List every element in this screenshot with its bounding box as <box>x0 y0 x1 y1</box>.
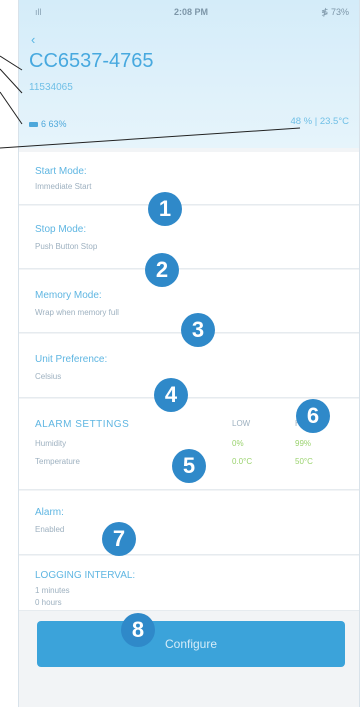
callout-badge: 3 <box>181 313 215 347</box>
unit-preference-label: Unit Preference: <box>35 354 108 365</box>
logging-interval-minutes: 1 minutes <box>35 586 70 595</box>
callout-badge: 6 <box>296 399 330 433</box>
callout-badge: 4 <box>154 378 188 412</box>
callout-badge: 8 <box>121 613 155 647</box>
stop-mode-value: Push Button Stop <box>35 242 98 251</box>
alarm-label: Alarm: <box>35 507 64 518</box>
callout-badge: 1 <box>148 192 182 226</box>
alarm-row-name: Temperature <box>35 457 80 466</box>
memory-mode-value: Wrap when memory full <box>35 308 119 317</box>
alarm-row[interactable]: Alarm: Enabled <box>19 491 359 555</box>
logging-interval-row[interactable]: LOGGING INTERVAL: 1 minutes 0 hours <box>19 556 359 611</box>
callout-line <box>0 55 23 71</box>
stop-mode-row[interactable]: Stop Mode: Push Button Stop <box>19 206 359 269</box>
callout-line <box>0 127 301 149</box>
logging-interval-hours: 0 hours <box>35 598 62 607</box>
callout-badge: 5 <box>172 449 206 483</box>
start-mode-value: Immediate Start <box>35 182 92 191</box>
memory-mode-label: Memory Mode: <box>35 290 102 301</box>
alarm-settings-heading: ALARM SETTINGS <box>35 419 130 430</box>
callout-line <box>0 68 23 94</box>
alarm-row-name: Humidity <box>35 439 67 448</box>
logging-interval-label: LOGGING INTERVAL: <box>35 570 136 581</box>
alarm-row-high: 99% <box>295 439 312 448</box>
callout-line <box>0 91 23 125</box>
stop-mode-label: Stop Mode: <box>35 224 87 235</box>
alarm-col-low: LOW <box>232 419 251 428</box>
configure-button[interactable]: Configure <box>37 621 345 667</box>
callout-badge: 2 <box>145 253 179 287</box>
alarm-row-high: 50°C <box>295 457 313 466</box>
callout-badge: 7 <box>102 522 136 556</box>
alarm-row-low: 0.0°C <box>232 457 253 466</box>
start-mode-label: Start Mode: <box>35 166 87 177</box>
callout-lines <box>0 55 301 149</box>
alarm-row-low: 0% <box>232 439 244 448</box>
alarm-value: Enabled <box>35 525 65 534</box>
unit-preference-value: Celsius <box>35 372 62 381</box>
